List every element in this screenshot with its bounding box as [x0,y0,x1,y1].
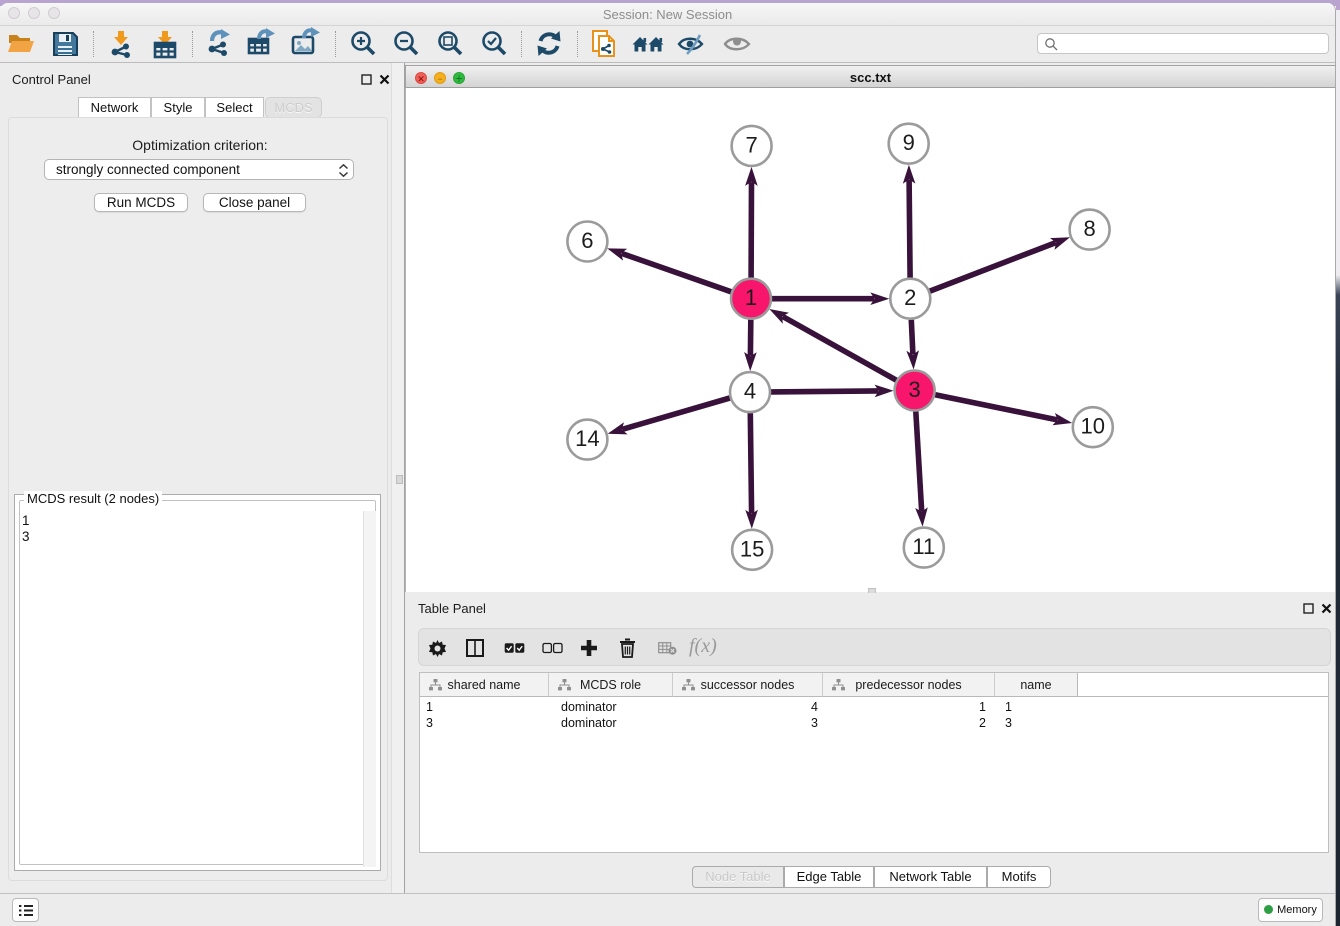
svg-text:14: 14 [575,426,599,451]
svg-text:15: 15 [740,536,764,561]
svg-text:4: 4 [744,379,756,404]
svg-text:10: 10 [1081,414,1105,439]
svg-text:2: 2 [904,285,916,310]
svg-text:6: 6 [581,228,593,253]
svg-text:9: 9 [903,130,915,155]
svg-text:1: 1 [745,285,757,310]
svg-text:11: 11 [912,534,935,559]
svg-text:8: 8 [1083,216,1095,241]
svg-text:7: 7 [745,132,757,157]
svg-text:3: 3 [908,377,920,402]
